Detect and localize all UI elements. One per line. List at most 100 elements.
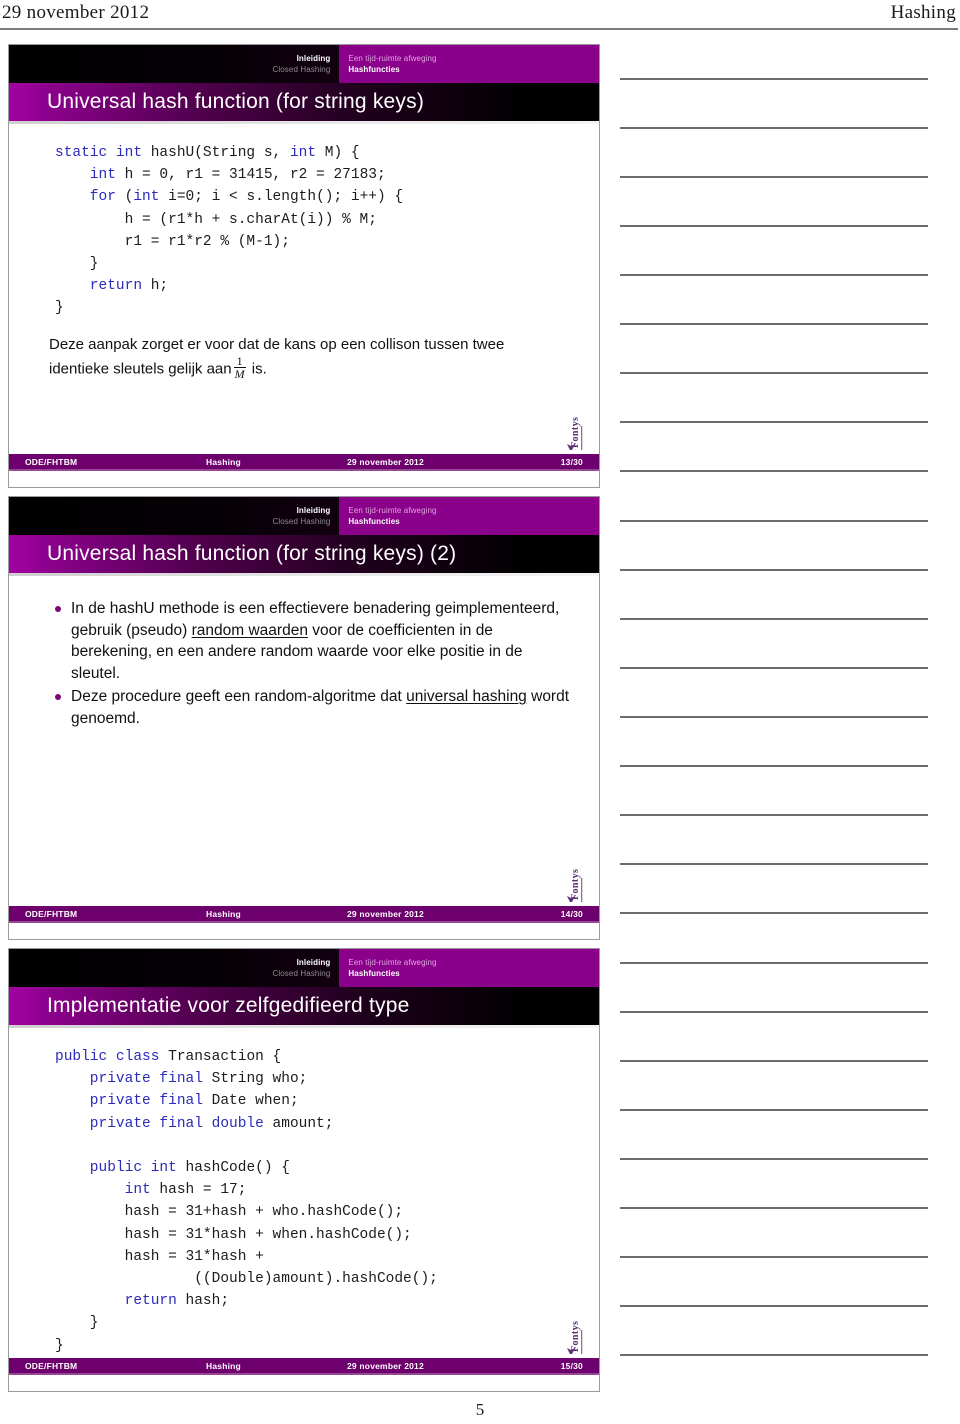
- code-text: i=0; i < s.length(); i++) {: [168, 189, 404, 206]
- code-line: int hash = 17;: [55, 1179, 599, 1201]
- slide-title: Universal hash function (for string keys…: [47, 542, 457, 565]
- footer-page-number: 14/30: [560, 909, 583, 919]
- slide-title: Universal hash function (for string keys…: [47, 90, 425, 113]
- code-text: h = (r1*h + s.charAt(i)) % M;: [55, 211, 377, 228]
- code-text: }: [55, 1315, 99, 1332]
- slide-footer: ODE/FHTBM Hashing 29 november 2012 15/30: [9, 1358, 599, 1375]
- nav-item-hashfuncties[interactable]: Hashfuncties: [348, 968, 399, 979]
- prose-text-before: Deze aanpak zorget er voor dat de kans o…: [49, 335, 505, 378]
- code-text: amount;: [272, 1115, 334, 1132]
- nav-item-tijd-ruimte-afweging[interactable]: Een tijd-ruimte afweging: [348, 505, 436, 516]
- note-lines-block-1: [620, 78, 928, 519]
- nav-item-hashfuncties[interactable]: Hashfuncties: [348, 64, 399, 75]
- footer-page-number: 13/30: [560, 457, 583, 467]
- slide-body: In de hashU methode is een effectievere …: [9, 576, 599, 906]
- note-rule-line: [620, 1158, 928, 1160]
- slide-title-bar: Universal hash function (for string keys…: [9, 83, 599, 121]
- note-rule-line: [620, 470, 928, 472]
- fraction-denominator: M: [234, 367, 245, 382]
- running-head-date: 29 november 2012: [2, 2, 150, 23]
- note-rule-line: [620, 520, 928, 522]
- running-head-rule: [0, 28, 958, 30]
- code-listing: static int hashU(String s, int M) { int …: [9, 124, 599, 320]
- code-text: hashU(String s,: [150, 145, 290, 161]
- nav-item-inleiding[interactable]: Inleiding: [297, 957, 331, 968]
- footer-org: ODE/FHTBM: [25, 1361, 78, 1371]
- code-text: hash = 31*hash +: [55, 1248, 264, 1265]
- code-text: M) {: [324, 145, 360, 161]
- nav-item-closed-hashing[interactable]: Closed Hashing: [273, 516, 331, 527]
- svg-text:Fontys: Fontys: [570, 869, 581, 900]
- nav-item-inleiding[interactable]: Inleiding: [297, 53, 331, 64]
- code-line: private final Date when;: [55, 1090, 599, 1112]
- nav-group-left: Inleiding Closed Hashing: [9, 45, 340, 83]
- code-text: h;: [150, 278, 169, 295]
- code-line: public class Transaction {: [55, 1046, 599, 1068]
- fraction-one-over-m: 1M: [233, 355, 246, 382]
- note-rule-line: [620, 1109, 928, 1111]
- fontys-logo-icon: Fontys: [567, 1321, 583, 1354]
- nav-item-tijd-ruimte-afweging[interactable]: Een tijd-ruimte afweging: [348, 957, 436, 968]
- note-rule-line: [620, 176, 928, 178]
- footer-highlight: [9, 921, 599, 923]
- fraction-numerator: 1: [233, 355, 246, 369]
- code-line: public int hashCode() {: [55, 1157, 599, 1179]
- code-line: hash = 31*hash + when.hashCode();: [55, 1224, 599, 1246]
- slide-frame: Inleiding Closed Hashing Een tijd-ruimte…: [8, 44, 600, 488]
- slide-title: Implementatie voor zelfgedifieerd type: [47, 994, 410, 1017]
- code-text: }: [55, 256, 99, 273]
- code-text: hash;: [185, 1293, 230, 1310]
- note-rule-line: [620, 323, 928, 325]
- nav-group-left: Inleiding Closed Hashing: [9, 497, 340, 535]
- footer-date: 29 november 2012: [347, 909, 424, 919]
- svg-text:Fontys: Fontys: [570, 417, 581, 448]
- code-keyword: public int: [55, 1160, 186, 1177]
- nav-group-left: Inleiding Closed Hashing: [9, 949, 340, 987]
- footer-org: ODE/FHTBM: [25, 909, 78, 919]
- note-rule-line: [620, 1060, 928, 1062]
- code-keyword: private final: [55, 1071, 212, 1088]
- note-rule-line: [620, 912, 928, 914]
- code-text: hashCode() {: [185, 1160, 290, 1177]
- nav-item-tijd-ruimte-afweging[interactable]: Een tijd-ruimte afweging: [348, 53, 436, 64]
- note-rule-line: [620, 127, 928, 129]
- code-keyword: for: [55, 189, 125, 206]
- code-line: r1 = r1*r2 % (M-1);: [55, 231, 599, 253]
- nav-item-closed-hashing[interactable]: Closed Hashing: [273, 968, 331, 979]
- note-rule-line: [620, 78, 928, 80]
- footer-date: 29 november 2012: [347, 457, 424, 467]
- code-listing: public class Transaction { private final…: [9, 1028, 599, 1357]
- fontys-logo-icon: Fontys: [567, 417, 583, 450]
- code-line: h = (r1*h + s.charAt(i)) % M;: [55, 209, 599, 231]
- nav-group-right: Een tijd-ruimte afweging Hashfuncties: [339, 949, 599, 987]
- note-rule-line: [620, 1207, 928, 1209]
- note-rule-line: [620, 225, 928, 227]
- code-line: return hash;: [55, 1290, 599, 1312]
- nav-item-hashfuncties[interactable]: Hashfuncties: [348, 516, 399, 527]
- slide-section-nav: Inleiding Closed Hashing Een tijd-ruimte…: [9, 497, 599, 535]
- note-rule-line: [620, 716, 928, 718]
- running-head-title: Hashing: [890, 2, 956, 23]
- code-text: hash = 31+hash + who.hashCode();: [55, 1204, 404, 1221]
- nav-group-right: Een tijd-ruimte afweging Hashfuncties: [339, 45, 599, 83]
- note-rule-line: [620, 569, 928, 571]
- nav-item-closed-hashing[interactable]: Closed Hashing: [273, 64, 331, 75]
- bullet-list: In de hashU methode is een effectievere …: [9, 576, 599, 729]
- code-line: hash = 31*hash +: [55, 1246, 599, 1268]
- footer-highlight: [9, 1373, 599, 1375]
- code-keyword: static int: [55, 145, 151, 161]
- slide-frame: Inleiding Closed Hashing Een tijd-ruimte…: [8, 948, 600, 1392]
- footer-org: ODE/FHTBM: [25, 457, 78, 467]
- nav-item-inleiding[interactable]: Inleiding: [297, 505, 331, 516]
- fontys-logo: Fontys: [557, 1314, 591, 1354]
- nav-group-right: Een tijd-ruimte afweging Hashfuncties: [339, 497, 599, 535]
- code-line: ((Double)amount).hashCode();: [55, 1268, 599, 1290]
- note-rule-line: [620, 667, 928, 669]
- code-keyword: int: [55, 1182, 160, 1199]
- slide-title-bar: Implementatie voor zelfgedifieerd type: [9, 987, 599, 1025]
- code-line: }: [55, 253, 599, 275]
- note-lines-block-2: [620, 520, 928, 961]
- fontys-logo: Fontys: [557, 410, 591, 450]
- emphasized-term: random waarden: [191, 621, 308, 639]
- note-rule-line: [620, 372, 928, 374]
